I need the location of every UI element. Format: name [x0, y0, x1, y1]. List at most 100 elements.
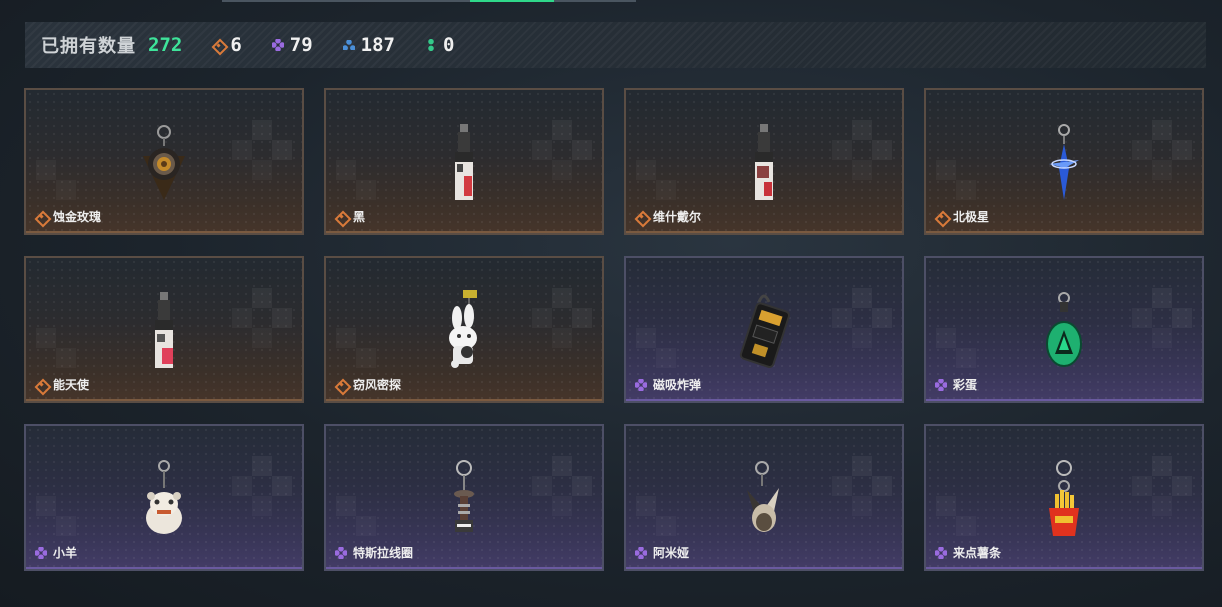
card-decoration [832, 288, 892, 348]
charm-card[interactable]: 能天使 [24, 256, 304, 403]
charm-label: 蚀金玫瑰 [35, 208, 101, 225]
charm-card[interactable]: 窃风密探 [324, 256, 604, 403]
purple-quad-icon [35, 546, 47, 559]
charm-label: 维什戴尔 [635, 208, 701, 225]
charm-name: 特斯拉线圈 [353, 546, 414, 560]
orange-diamond-icon [635, 211, 647, 223]
easter-egg-charm-icon [1029, 288, 1099, 374]
purple-quad-icon [635, 378, 647, 391]
charm-name: 来点薯条 [953, 546, 1002, 560]
purple-quad-icon [271, 39, 284, 51]
card-decoration [36, 328, 76, 368]
gold-rose-charm-icon [129, 120, 199, 206]
charm-card[interactable]: 蚀金玫瑰 [24, 88, 304, 235]
charm-name: 能天使 [53, 378, 90, 392]
owned-stats-bar: 已拥有数量 272 6 79 187 0 [25, 22, 1206, 68]
purple-quad-icon [635, 546, 647, 559]
card-decoration [636, 496, 676, 536]
charm-label: 北极星 [935, 208, 989, 225]
card-decoration [336, 328, 376, 368]
charm-card[interactable]: 来点薯条 [924, 424, 1204, 571]
charm-name: 北极星 [953, 210, 990, 224]
magnet-bomb-charm-icon [729, 288, 799, 374]
charm-card[interactable]: 特斯拉线圈 [324, 424, 604, 571]
charm-card[interactable]: 彩蛋 [924, 256, 1204, 403]
purple-count-value: 79 [289, 34, 313, 56]
black-tag-charm-icon [429, 120, 499, 206]
charm-card[interactable]: 小羊 [24, 424, 304, 571]
card-decoration [232, 288, 292, 348]
blue-rarity-count: 187 [342, 34, 395, 56]
card-decoration [232, 120, 292, 180]
amiya-charm-icon [729, 456, 799, 542]
lamb-charm-icon [129, 456, 199, 542]
green-duo-icon [425, 39, 437, 51]
orange-diamond-icon [212, 39, 224, 51]
charm-label: 磁吸炸弹 [635, 376, 701, 393]
orange-diamond-icon [335, 379, 347, 391]
charm-card[interactable]: 阿米娅 [624, 424, 904, 571]
charm-card[interactable]: 磁吸炸弹 [624, 256, 904, 403]
card-decoration [532, 288, 592, 348]
card-decoration [532, 120, 592, 180]
orange-count-value: 6 [230, 34, 242, 56]
active-tab-indicator [470, 0, 554, 2]
wisdel-tag-charm-icon [729, 120, 799, 206]
charm-label: 彩蛋 [935, 376, 977, 393]
card-decoration [936, 496, 976, 536]
card-decoration [532, 456, 592, 516]
charm-name: 阿米娅 [653, 546, 690, 560]
charm-name: 蚀金玫瑰 [53, 210, 102, 224]
charm-grid: 蚀金玫瑰 黑 维什戴尔 北极星 能天使 窃风密探 磁吸炸弹 彩蛋 小羊 特斯拉线… [24, 88, 1204, 571]
card-decoration [36, 160, 76, 200]
charm-name: 彩蛋 [953, 378, 978, 392]
charm-name: 磁吸炸弹 [653, 378, 702, 392]
charm-card[interactable]: 北极星 [924, 88, 1204, 235]
green-count-value: 0 [443, 34, 455, 56]
card-decoration [636, 160, 676, 200]
card-decoration [1132, 120, 1192, 180]
purple-rarity-count: 79 [271, 34, 313, 56]
green-rarity-count: 0 [425, 34, 454, 56]
charm-label: 来点薯条 [935, 544, 1001, 561]
north-star-charm-icon [1029, 120, 1099, 206]
purple-quad-icon [935, 378, 947, 391]
charm-label: 窃风密探 [335, 376, 401, 393]
card-decoration [832, 120, 892, 180]
charm-name: 窃风密探 [353, 378, 402, 392]
charm-name: 小羊 [53, 546, 78, 560]
tesla-coil-charm-icon [429, 456, 499, 542]
charm-label: 阿米娅 [635, 544, 689, 561]
charm-name: 维什戴尔 [653, 210, 702, 224]
card-decoration [336, 496, 376, 536]
orange-rarity-count: 6 [212, 34, 241, 56]
card-decoration [232, 456, 292, 516]
owned-count-title: 已拥有数量 [41, 36, 136, 57]
charm-label: 小羊 [35, 544, 77, 561]
card-decoration [936, 328, 976, 368]
charm-name: 黑 [353, 210, 366, 224]
card-decoration [336, 160, 376, 200]
card-decoration [832, 456, 892, 516]
charm-card[interactable]: 黑 [324, 88, 604, 235]
charm-label: 特斯拉线圈 [335, 544, 413, 561]
top-tab-strip [222, 0, 636, 2]
owned-total-count: 272 [148, 34, 183, 56]
blue-tri-icon [342, 39, 355, 51]
card-decoration [36, 496, 76, 536]
rabbit-spy-charm-icon [429, 288, 499, 374]
orange-diamond-icon [35, 379, 47, 391]
purple-quad-icon [935, 546, 947, 559]
charm-label: 黑 [335, 208, 365, 225]
card-decoration [1132, 456, 1192, 516]
exusiai-tag-charm-icon [129, 288, 199, 374]
orange-diamond-icon [35, 211, 47, 223]
charm-label: 能天使 [35, 376, 89, 393]
fries-charm-icon [1029, 456, 1099, 542]
orange-diamond-icon [935, 211, 947, 223]
orange-diamond-icon [335, 211, 347, 223]
blue-count-value: 187 [360, 34, 395, 56]
card-decoration [1132, 288, 1192, 348]
charm-card[interactable]: 维什戴尔 [624, 88, 904, 235]
card-decoration [636, 328, 676, 368]
